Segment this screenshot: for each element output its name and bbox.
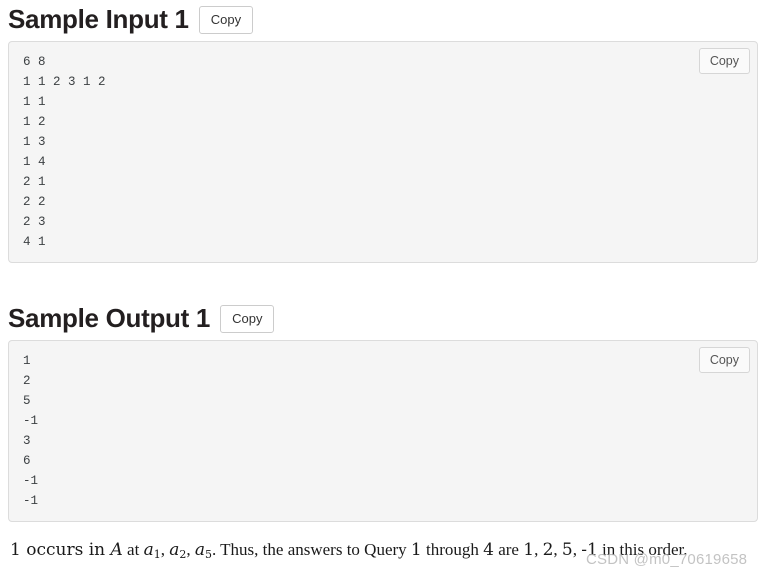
math-term-a2: a2 [169,540,186,561]
query-range-to: 4 [483,540,494,561]
explanation-part1: 1 occurs in [10,540,111,561]
math-term-a5-sub: 5 [204,548,212,562]
sample-input-code-text: 6 8 1 1 2 3 1 2 1 1 1 2 1 3 1 4 2 1 2 2 … [23,55,106,250]
query-range-from: 1 [410,540,422,561]
math-term-a5-base: a [194,540,205,561]
sample-output-code-block: 1 2 5 -1 3 6 -1 -1 Copy [8,340,758,523]
page-title-sample-input: Sample Input 1 [8,4,189,34]
copy-button-sample-input-heading[interactable]: Copy [198,5,254,34]
explanation-part3: . Thus, the answers to Query [211,540,411,560]
sample-input-code-block: 6 8 1 1 2 3 1 2 1 1 1 2 1 3 1 4 2 1 2 2 … [8,41,758,264]
explanation-comma2: , [186,540,195,560]
answer-value-2: 2 [542,540,554,561]
sample-explanation-text: 1 occurs in A at a1, a2, a5. Thus, the a… [8,536,758,563]
copy-button-sample-input-code[interactable]: Copy [698,48,750,75]
explanation-part4: through [421,540,484,560]
problem-page: Sample Input 1 Copy 6 8 1 1 2 3 1 2 1 1 … [0,0,766,563]
math-term-a2-base: a [169,540,180,561]
answer-value-3: 5 [561,540,573,561]
sample-input-heading-row: Sample Input 1 Copy [8,0,758,41]
explanation-comma1: , [160,540,170,560]
math-term-a1-base: a [143,540,154,561]
answer-value-1: 1 [523,540,535,561]
sample-output-code-text: 1 2 5 -1 3 6 -1 -1 [23,354,39,509]
math-term-a5: a5 [194,540,212,562]
page-title-sample-output: Sample Output 1 [8,303,211,334]
sample-output-heading-row: Sample Output 1 Copy [8,299,758,340]
answer-sep-1: , [534,540,543,560]
explanation-part5: are [493,540,524,560]
math-term-a1: a1 [143,540,161,562]
explanation-part6: in this order. [597,540,688,560]
copy-button-sample-output-heading[interactable]: Copy [220,304,275,333]
math-variable-A: A [110,540,123,561]
explanation-part2: at [122,540,144,560]
math-term-a1-sub: 1 [153,548,161,562]
answer-sep-3: , [572,540,582,560]
answer-sep-2: , [553,540,562,560]
copy-button-sample-output-code[interactable]: Copy [698,347,750,374]
explanation-spacer [8,522,758,536]
answer-value-4: -1 [581,540,598,561]
